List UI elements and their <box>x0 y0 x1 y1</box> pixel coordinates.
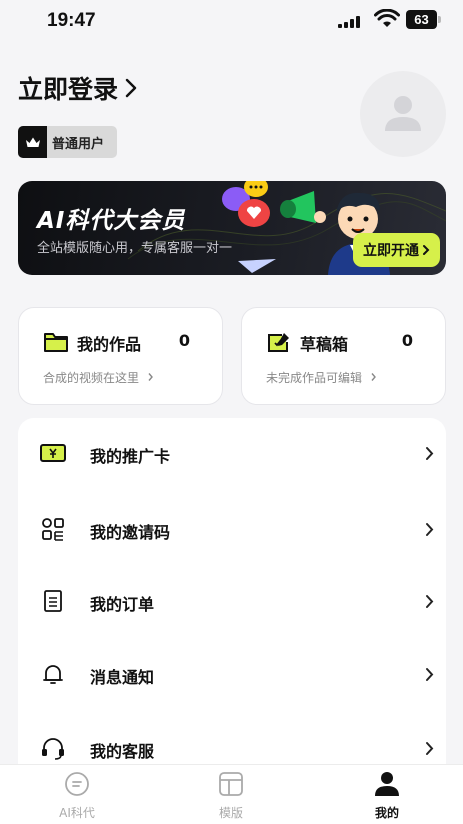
my-works-title: 我的作品 <box>77 335 142 354</box>
menu-item-notifications[interactable]: 消息通知 <box>18 644 446 704</box>
order-icon <box>44 590 62 612</box>
tab-mine[interactable]: 我的 <box>347 771 427 824</box>
banner-title: AI科代大会员 <box>37 208 186 234</box>
activate-vip-label: 立即开通 <box>363 243 419 259</box>
wifi-icon <box>374 9 400 27</box>
battery-icon: 63 <box>406 10 442 29</box>
tab-label: AI科代 <box>59 806 95 820</box>
drafts-subtitle: 未完成作品可编辑 <box>266 369 377 386</box>
chevron-right-icon <box>426 595 434 608</box>
drafts-count: 0 <box>401 331 413 350</box>
chevron-right-icon <box>148 373 153 381</box>
avatar-placeholder-icon <box>385 96 421 131</box>
crown-icon <box>18 126 47 158</box>
tab-templates[interactable]: 模版 <box>191 771 271 824</box>
menu-label: 消息通知 <box>90 668 155 687</box>
badge-label: 普通用户 <box>52 136 105 152</box>
tab-label: 我的 <box>374 806 399 820</box>
qr-code-icon <box>42 518 64 541</box>
avatar[interactable] <box>360 71 446 157</box>
chevron-right-icon <box>426 668 434 681</box>
tab-ai-assistant[interactable]: AI科代 <box>37 771 117 824</box>
menu-label: 我的推广卡 <box>90 447 171 466</box>
drafts-card[interactable]: 草稿箱 0 未完成作品可编辑 <box>241 307 446 405</box>
chevron-right-icon <box>426 523 434 536</box>
chevron-right-icon <box>371 373 376 381</box>
login-link[interactable]: 立即登录 <box>18 70 138 106</box>
menu-label: 我的订单 <box>90 595 155 614</box>
tab-label: 模版 <box>218 806 243 820</box>
menu-item-orders[interactable]: 我的订单 <box>18 571 446 631</box>
menu-label: 我的邀请码 <box>90 523 171 542</box>
draft-edit-icon <box>268 333 289 352</box>
vip-banner[interactable]: AI科代大会员 全站模版随心用，专属客服一对一 立即开通 <box>18 181 446 275</box>
user-icon <box>375 772 399 796</box>
menu-item-invite-code[interactable]: 我的邀请码 <box>18 499 446 559</box>
chevron-right-icon <box>423 245 430 255</box>
menu-item-promo-card[interactable]: 我的推广卡 <box>18 423 446 483</box>
promo-card-icon <box>40 444 66 462</box>
template-icon <box>219 772 243 796</box>
headset-icon <box>42 738 64 760</box>
drafts-title: 草稿箱 <box>300 335 349 354</box>
user-level-badge: 普通用户 <box>18 126 117 158</box>
settings-menu: 我的推广卡 我的邀请码 我的订单 消息通知 我的客服 <box>18 418 446 778</box>
status-time: 19:47 <box>47 10 96 31</box>
my-works-card[interactable]: 我的作品 0 合成的视频在这里 <box>18 307 223 405</box>
status-bar: 19:47 63 <box>0 0 463 44</box>
chevron-right-icon <box>125 78 137 98</box>
menu-label: 我的客服 <box>90 742 155 761</box>
activate-vip-button[interactable]: 立即开通 <box>353 233 440 267</box>
chat-icon <box>65 772 89 796</box>
my-works-subtitle: 合成的视频在这里 <box>43 369 154 386</box>
chevron-right-icon <box>426 742 434 755</box>
cellular-signal-icon <box>338 16 362 28</box>
banner-subtitle: 全站模版随心用，专属客服一对一 <box>37 241 233 256</box>
login-text: 立即登录 <box>18 75 119 104</box>
bell-icon <box>43 665 63 684</box>
battery-level: 63 <box>406 10 437 29</box>
my-works-count: 0 <box>178 331 190 350</box>
folder-icon <box>44 333 68 352</box>
chevron-right-icon <box>426 447 434 460</box>
bottom-tab-bar: AI科代 模版 我的 <box>0 764 463 824</box>
